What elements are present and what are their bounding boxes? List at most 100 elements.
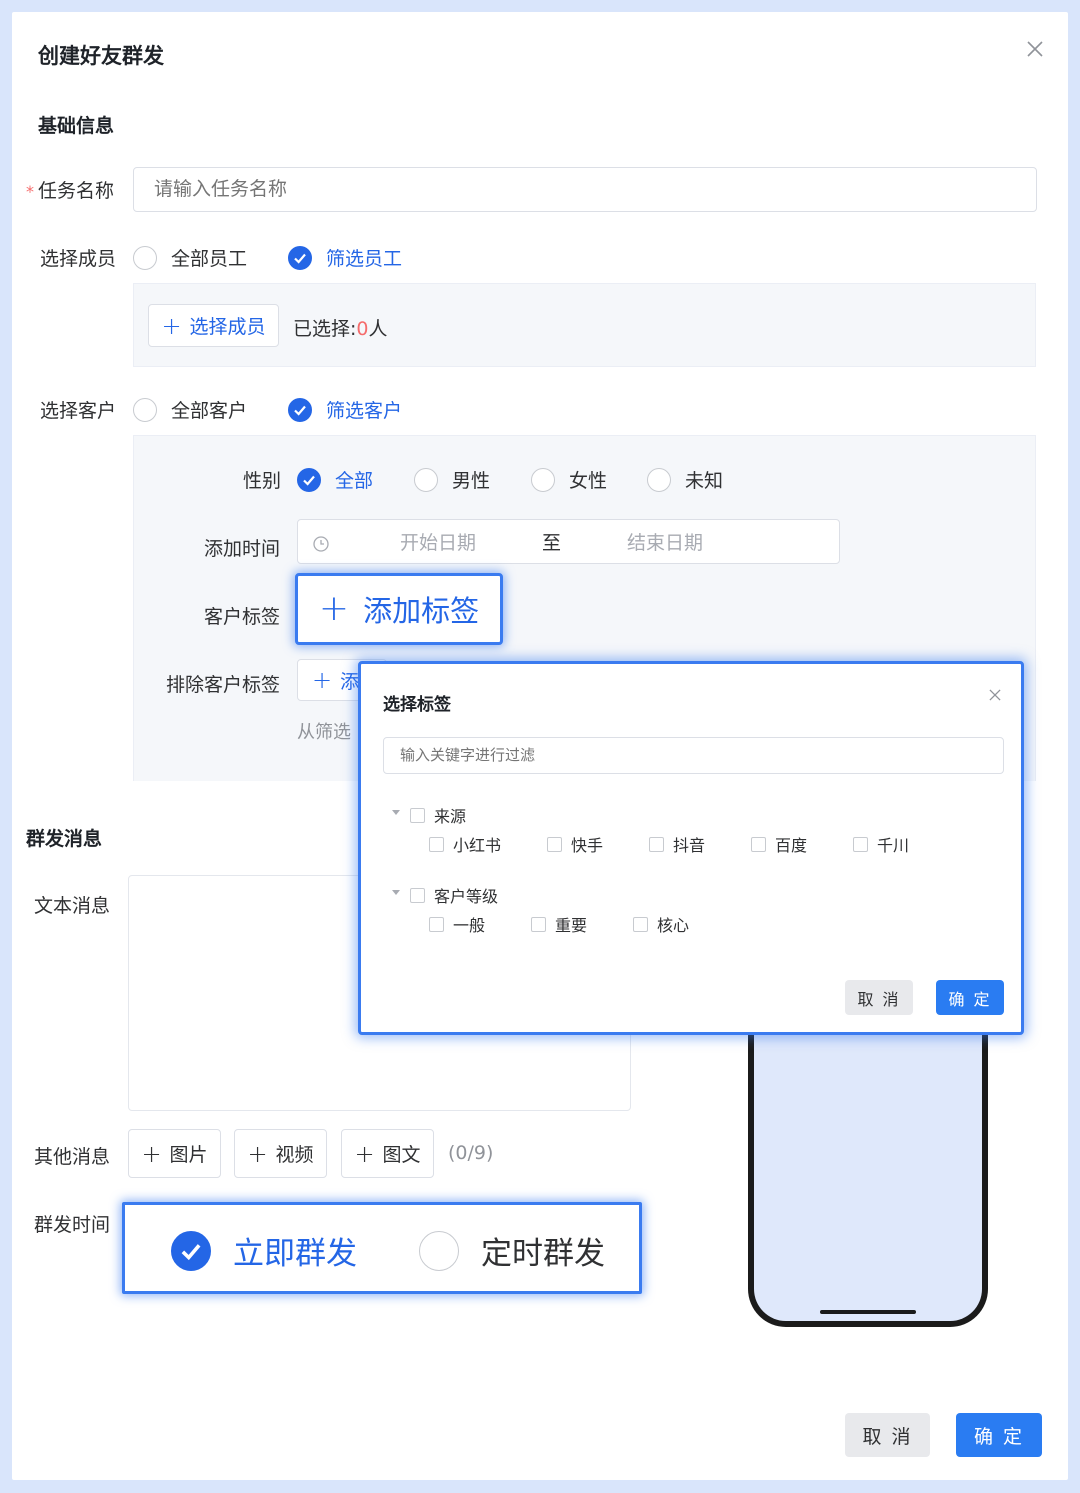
radio-filter-staff[interactable]: 筛选员工	[288, 244, 402, 271]
tag-item-label: 抖音	[673, 836, 706, 855]
add-image-label: 图片	[169, 1144, 208, 1166]
clock-icon	[313, 535, 329, 552]
start-date-placeholder: 开始日期	[400, 532, 477, 554]
tag-item[interactable]: 千川	[853, 832, 909, 856]
tag-item[interactable]: 小红书	[429, 832, 501, 856]
send-now-option[interactable]: 立即群发	[171, 1228, 357, 1273]
dialog-title: 创建好友群发	[38, 44, 164, 68]
radio-all-customers-label: 全部客户	[171, 400, 248, 422]
checkbox	[547, 836, 562, 852]
selected-count-text: 已选择:0人	[293, 314, 388, 341]
text-message-label: 文本消息	[34, 895, 111, 917]
phone-home-bar	[820, 1310, 916, 1314]
gender-option-label: 男性	[452, 470, 491, 492]
check-icon	[288, 397, 312, 422]
tag-item-label: 快手	[571, 836, 604, 855]
radio-circle	[414, 467, 438, 492]
add-video-button[interactable]: + 视频	[234, 1129, 327, 1178]
tag-modal-confirm-button[interactable]: 确 定	[936, 980, 1004, 1015]
radio-filter-staff-label: 筛选员工	[326, 248, 403, 270]
radio-circle	[133, 397, 157, 422]
gender-option-label: 女性	[569, 470, 608, 492]
select-members-label: 选择成员	[189, 316, 266, 338]
gender-option-label: 全部	[335, 470, 374, 492]
other-message-label: 其他消息	[34, 1146, 111, 1168]
tag-item[interactable]: 重要	[531, 912, 587, 936]
customer-tags-label: 客户标签	[204, 606, 281, 628]
dialog-close-icon[interactable]	[1024, 38, 1046, 60]
selected-count: 0	[356, 318, 369, 340]
add-video-label: 视频	[275, 1144, 314, 1166]
add-article-label: 图文	[382, 1144, 421, 1166]
gender-option-female[interactable]: 女性	[531, 466, 607, 493]
customers-label: 选择客户	[40, 400, 117, 422]
tag-group-label: 客户等级	[434, 887, 499, 906]
radio-all-staff-label: 全部员工	[171, 248, 248, 270]
tag-modal-close-icon[interactable]	[987, 687, 1003, 703]
tag-item[interactable]: 快手	[547, 832, 603, 856]
checkbox	[633, 916, 648, 932]
checkbox	[853, 836, 868, 852]
tag-group-source[interactable]: 来源	[410, 803, 466, 827]
tag-item-label: 小红书	[453, 836, 502, 855]
add-article-button[interactable]: + 图文	[341, 1129, 434, 1178]
task-name-label-text: 任务名称	[38, 180, 115, 202]
add-tags-button[interactable]: + 添加标签	[295, 573, 503, 645]
tag-filter-input[interactable]	[383, 737, 1004, 774]
select-tags-modal: 选择标签 来源 小红书 快手 抖音 百度 千川 客户等级 一般 重要 核心 取 …	[358, 661, 1024, 1035]
attachment-count: (0/9)	[448, 1142, 494, 1164]
send-time-options: 立即群发 定时群发	[122, 1202, 642, 1294]
plus-icon: +	[312, 666, 333, 694]
selected-unit: 人	[368, 318, 388, 340]
add-image-button[interactable]: + 图片	[128, 1129, 221, 1178]
gender-option-all[interactable]: 全部	[297, 466, 373, 493]
radio-circle	[419, 1230, 459, 1271]
tag-item-label: 百度	[775, 836, 808, 855]
message-section-title: 群发消息	[26, 828, 103, 850]
send-now-label: 立即群发	[233, 1236, 357, 1272]
scheduled-send-label: 定时群发	[481, 1236, 605, 1272]
tag-item[interactable]: 百度	[751, 832, 807, 856]
selected-prefix: 已选择:	[293, 318, 357, 340]
add-tags-label: 添加标签	[363, 594, 480, 628]
tag-item-label: 千川	[877, 836, 910, 855]
tag-modal-title: 选择标签	[383, 695, 451, 715]
radio-circle	[133, 245, 157, 270]
check-icon	[297, 467, 321, 492]
scheduled-send-option[interactable]: 定时群发	[419, 1228, 605, 1273]
tag-item[interactable]: 核心	[633, 912, 689, 936]
radio-filter-customers[interactable]: 筛选客户	[288, 396, 402, 423]
select-members-button[interactable]: + 选择成员	[148, 304, 279, 347]
dialog-cancel-button[interactable]: 取 消	[845, 1413, 930, 1457]
caret-down-icon[interactable]	[392, 890, 400, 895]
basic-info-section-title: 基础信息	[38, 115, 115, 137]
plus-icon: +	[141, 1139, 162, 1168]
checkbox	[429, 916, 444, 932]
gender-option-unknown[interactable]: 未知	[647, 466, 723, 493]
gender-option-male[interactable]: 男性	[414, 466, 490, 493]
tag-group-level[interactable]: 客户等级	[410, 883, 498, 907]
dialog-confirm-button[interactable]: 确 定	[956, 1413, 1042, 1457]
radio-all-customers[interactable]: 全部客户	[133, 396, 247, 423]
exclude-tags-label: 排除客户标签	[166, 674, 281, 696]
radio-all-staff[interactable]: 全部员工	[133, 244, 247, 271]
date-separator: 至	[542, 532, 562, 554]
checkbox	[410, 887, 425, 903]
tag-item-label: 一般	[453, 916, 486, 935]
tag-item[interactable]: 一般	[429, 912, 485, 936]
add-time-label: 添加时间	[204, 538, 281, 560]
add-exclude-tags-label: 添	[340, 670, 360, 693]
task-name-label: * 任务名称	[26, 176, 114, 203]
tag-modal-cancel-button[interactable]: 取 消	[845, 980, 913, 1015]
members-label: 选择成员	[40, 248, 117, 270]
plus-icon: +	[161, 311, 182, 340]
date-range-picker[interactable]: 开始日期 至 结束日期	[297, 519, 840, 564]
exclude-tags-hint: 从筛选	[297, 722, 351, 743]
check-icon	[171, 1230, 211, 1271]
caret-down-icon[interactable]	[392, 810, 400, 815]
task-name-input[interactable]	[133, 167, 1037, 212]
tag-item[interactable]: 抖音	[649, 832, 705, 856]
check-icon	[288, 245, 312, 270]
tag-group-label: 来源	[434, 807, 467, 826]
radio-circle	[647, 467, 671, 492]
